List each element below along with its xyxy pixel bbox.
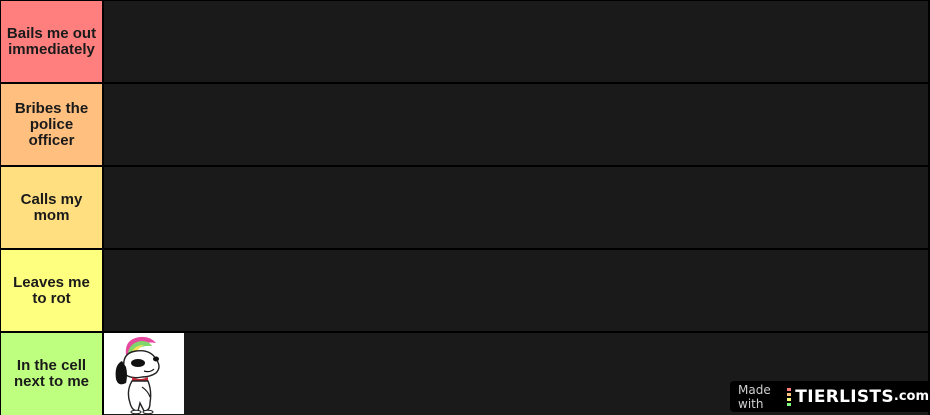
- tier-items-2[interactable]: [104, 84, 928, 165]
- tier-items-4[interactable]: [104, 250, 928, 331]
- tier-row-4: Leaves me to rot: [0, 249, 930, 331]
- tier-row-2: Bribes the police officer: [0, 83, 930, 165]
- tier-row-1: Bails me out immediately: [0, 0, 930, 82]
- tier-label-2[interactable]: Bribes the police officer: [1, 84, 102, 165]
- tier-label-4[interactable]: Leaves me to rot: [1, 250, 102, 331]
- tierlists-brand: TIERLISTS: [795, 386, 894, 407]
- tier-label-5[interactable]: In the cell next to me: [1, 333, 102, 415]
- tier-list-board: Bails me out immediately Bribes the poli…: [0, 0, 930, 415]
- tier-label-3[interactable]: Calls my mom: [1, 167, 102, 248]
- tier-row-3: Calls my mom: [0, 166, 930, 248]
- tier-items-3[interactable]: [104, 167, 928, 248]
- tier-items-1[interactable]: [104, 1, 928, 82]
- tierlists-logo-icon: [787, 387, 792, 406]
- tierlists-domain: .com: [893, 389, 929, 404]
- made-with-text: Made with: [738, 382, 771, 411]
- tierlists-watermark[interactable]: Made with TIERLISTS .com: [730, 381, 929, 412]
- snoopy-punk-image[interactable]: [104, 333, 184, 414]
- tier-label-1[interactable]: Bails me out immediately: [1, 1, 102, 82]
- snoopy-punk-icon: [104, 333, 184, 414]
